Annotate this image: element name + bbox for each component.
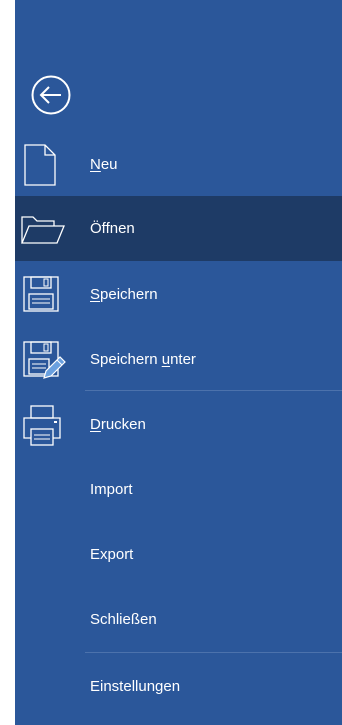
save-as-icon [18,336,66,384]
save-icon [18,271,66,319]
printer-icon [18,401,66,449]
menu-item-export[interactable]: Export [15,522,342,587]
menu-item-label: Neu [90,155,118,173]
menu-item-label: Drucken [90,415,146,433]
menu-item-label: Einstellungen [90,677,181,695]
menu-item-save-as[interactable]: Speichern unter [15,327,342,392]
menu-item-print[interactable]: Drucken [15,392,342,457]
back-button[interactable] [30,74,72,116]
menu-divider [85,652,342,653]
menu-item-save[interactable]: Speichern [15,262,342,327]
folder-open-icon [18,205,66,253]
menu-item-label: Import [90,480,133,498]
menu-item-open[interactable]: Öffnen [15,196,342,261]
menu-item-label: Öffnen [90,219,135,237]
menu-item-label: Export [90,545,134,563]
menu-item-settings[interactable]: Einstellungen [15,654,342,719]
menu-divider [85,390,342,391]
menu-item-label: Speichern [90,285,158,303]
new-document-icon [18,141,66,189]
menu-item-label: Schließen [90,610,157,628]
menu-item-import[interactable]: Import [15,457,342,522]
menu-item-label: Speichern unter [90,350,196,368]
back-arrow-icon [31,75,71,115]
menu-item-close[interactable]: Schließen [15,587,342,652]
backstage-menu-panel: Neu Öffnen Speichern Speichern unter Dru… [15,0,342,725]
menu-item-new[interactable]: Neu [15,132,342,197]
